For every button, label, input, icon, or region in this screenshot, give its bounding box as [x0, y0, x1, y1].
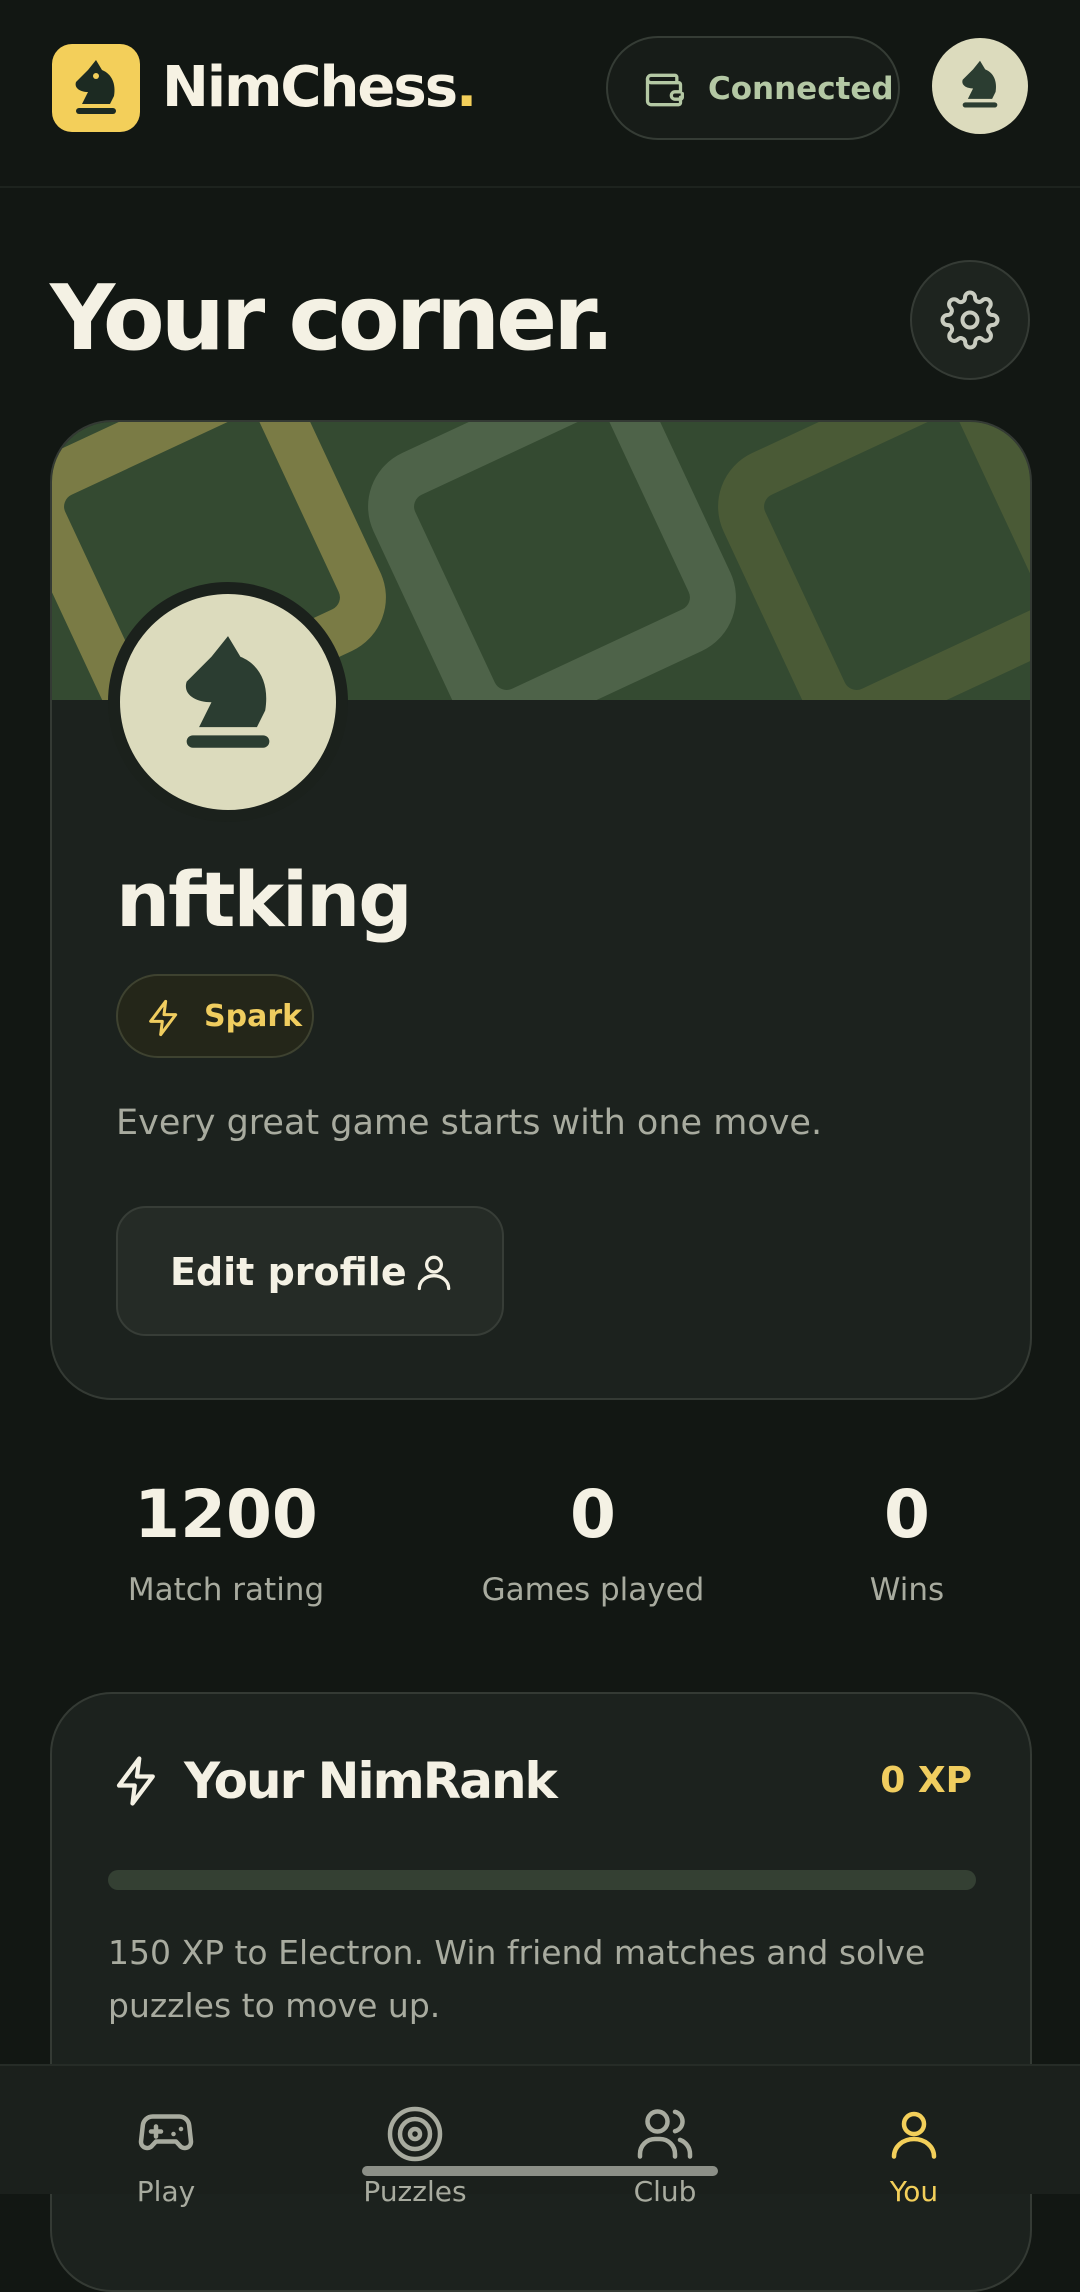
- settings-button[interactable]: [910, 260, 1030, 380]
- nimrank-xp: 0 XP: [880, 1760, 972, 1801]
- app-logo[interactable]: [52, 44, 140, 132]
- profile-avatar[interactable]: [108, 582, 348, 822]
- stat-label: Games played: [481, 1572, 705, 1608]
- rank-badge-label: Spark: [204, 999, 303, 1034]
- header-avatar[interactable]: [932, 38, 1028, 134]
- stat-label: Match rating: [127, 1572, 325, 1608]
- user-icon: [417, 1255, 451, 1291]
- user-icon: [891, 2111, 937, 2159]
- knight-avatar-icon: [962, 60, 998, 108]
- gear-icon: [940, 290, 1000, 350]
- lightning-icon: [149, 999, 178, 1037]
- stat-wins: 0 Wins: [777, 1470, 1037, 1620]
- wallet-status-label: Connected: [708, 71, 894, 107]
- stat-match-rating: 1200 Match rating: [96, 1470, 356, 1620]
- knight-avatar-icon: [185, 636, 270, 748]
- brand-dot: .: [456, 55, 477, 120]
- profile-username: nftking: [116, 855, 413, 944]
- profile-bio: Every great game starts with one move.: [116, 1103, 823, 1143]
- wallet-connected-button[interactable]: Connected: [606, 36, 900, 140]
- nimrank-progress-bar: [108, 1870, 976, 1890]
- home-indicator: [362, 2166, 718, 2176]
- nav-label: Club: [633, 2175, 697, 2208]
- nav-label: Puzzles: [363, 2175, 467, 2208]
- nav-item-puzzles[interactable]: Puzzles: [315, 2066, 515, 2208]
- nav-label: You: [889, 2175, 939, 2208]
- nimrank-title: Your NimRank: [184, 1752, 558, 1810]
- users-icon: [637, 2109, 693, 2159]
- gamepad-icon: [138, 2114, 194, 2151]
- nav-item-play[interactable]: Play: [66, 2066, 266, 2208]
- brand-name: NimChess.: [162, 55, 477, 120]
- nimrank-description: 150 XP to Electron. Win friend matches a…: [108, 1933, 926, 2025]
- edit-profile-label: Edit profile: [170, 1250, 407, 1294]
- rank-badge: Spark: [116, 974, 314, 1058]
- wallet-icon: [645, 73, 684, 107]
- profile-card: nftking Spark Every great game starts wi…: [50, 420, 1032, 1400]
- nav-item-you[interactable]: You: [814, 2066, 1014, 2208]
- edit-profile-button[interactable]: Edit profile: [116, 1206, 504, 1336]
- page-title: Your corner.: [50, 266, 615, 371]
- stat-value: 0: [884, 1476, 930, 1553]
- stat-games-played: 0 Games played: [463, 1470, 723, 1620]
- stat-label: Wins: [869, 1572, 945, 1608]
- stat-value: 1200: [134, 1476, 318, 1553]
- lightning-icon: [116, 1756, 155, 1806]
- knight-logo-icon: [75, 60, 116, 114]
- nav-item-club[interactable]: Club: [565, 2066, 765, 2208]
- app-header: NimChess. Connected: [0, 0, 1080, 188]
- stat-value: 0: [570, 1476, 616, 1553]
- target-icon: [387, 2106, 443, 2162]
- nav-label: Play: [136, 2175, 196, 2208]
